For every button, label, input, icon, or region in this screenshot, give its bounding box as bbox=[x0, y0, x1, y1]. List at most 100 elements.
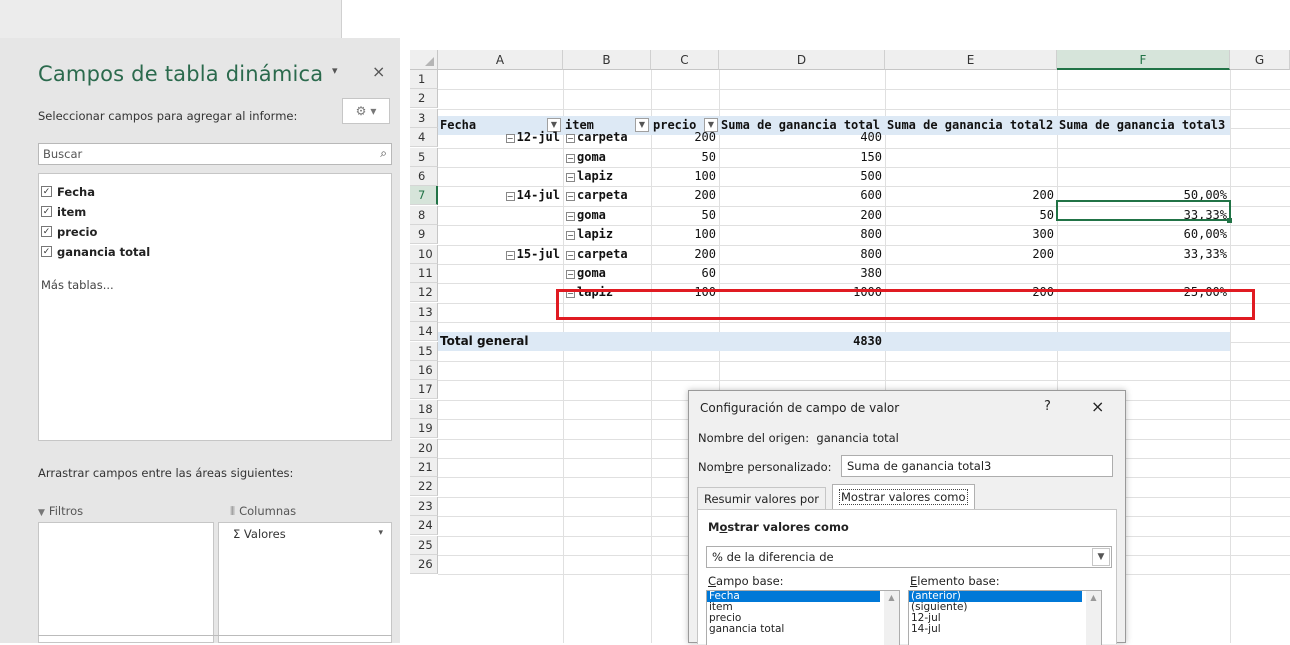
pane-options-chevron-icon[interactable]: ▾ bbox=[332, 64, 338, 77]
search-input[interactable] bbox=[41, 145, 361, 163]
row-header[interactable]: 3 bbox=[410, 108, 438, 128]
chevron-down-icon[interactable]: ▾ bbox=[378, 528, 383, 538]
row-header[interactable]: 17 bbox=[410, 380, 438, 400]
table-cell[interactable]: 200 bbox=[885, 245, 1057, 264]
row-header[interactable]: 12 bbox=[410, 283, 438, 303]
collapse-icon[interactable]: − bbox=[505, 134, 515, 144]
base-field-list[interactable]: Fecha item precio ganancia total ▲ bbox=[706, 590, 900, 645]
table-cell[interactable]: 60 bbox=[651, 264, 719, 283]
collapse-icon[interactable]: − bbox=[566, 173, 575, 182]
total-general-label[interactable]: Total general bbox=[440, 332, 560, 351]
table-cell[interactable]: 50 bbox=[651, 148, 719, 167]
row-header[interactable]: 26 bbox=[410, 555, 438, 574]
table-cell[interactable] bbox=[885, 128, 1057, 147]
collapse-icon[interactable]: − bbox=[505, 192, 515, 202]
table-cell[interactable]: 60,00% bbox=[1057, 225, 1230, 244]
scrollbar[interactable]: ▲ bbox=[1086, 591, 1101, 645]
table-cell[interactable]: − carpeta bbox=[563, 128, 651, 147]
table-cell[interactable]: 200 bbox=[651, 245, 719, 264]
table-cell[interactable] bbox=[885, 264, 1057, 283]
row-header[interactable]: 13 bbox=[410, 302, 438, 322]
row-header[interactable]: 7 bbox=[410, 186, 438, 206]
collapse-icon[interactable]: − bbox=[566, 153, 575, 163]
collapse-icon[interactable]: − bbox=[566, 134, 575, 144]
chevron-down-icon[interactable]: ▼ bbox=[1092, 548, 1110, 566]
values-field-chip[interactable]: Σ Valores bbox=[233, 527, 286, 541]
table-cell[interactable] bbox=[885, 167, 1057, 186]
table-cell[interactable]: − goma bbox=[563, 148, 651, 167]
custom-name-input[interactable]: Suma de ganancia total3 bbox=[841, 455, 1113, 477]
table-cell[interactable]: − goma bbox=[563, 264, 651, 283]
table-cell[interactable]: 200 bbox=[651, 186, 719, 205]
row-header[interactable]: 24 bbox=[410, 516, 438, 536]
table-cell[interactable] bbox=[438, 148, 563, 167]
search-icon[interactable]: ⌕ bbox=[380, 146, 387, 161]
checkbox-checked-icon[interactable]: ✓ bbox=[41, 246, 52, 257]
row-header[interactable]: 16 bbox=[410, 361, 438, 380]
table-cell[interactable] bbox=[1057, 128, 1230, 147]
table-cell[interactable] bbox=[1057, 264, 1230, 283]
table-cell[interactable]: −14-jul bbox=[438, 186, 563, 205]
table-cell[interactable]: 100 bbox=[651, 225, 719, 244]
table-cell[interactable] bbox=[885, 148, 1057, 167]
table-cell[interactable] bbox=[438, 206, 563, 225]
row-header[interactable]: 2 bbox=[410, 89, 438, 109]
row-header[interactable]: 18 bbox=[410, 399, 438, 419]
row-header[interactable]: 6 bbox=[410, 167, 438, 186]
row-header[interactable]: 1 bbox=[410, 70, 438, 89]
row-header[interactable]: 22 bbox=[410, 477, 438, 497]
table-cell[interactable]: 150 bbox=[719, 148, 885, 167]
total-general-value[interactable]: 4830 bbox=[719, 332, 885, 351]
close-icon[interactable]: × bbox=[1091, 397, 1104, 416]
row-header[interactable]: 4 bbox=[410, 128, 438, 148]
table-cell[interactable]: −12-jul bbox=[438, 128, 563, 147]
tab-show-values-as[interactable]: Mostrar valores como bbox=[832, 484, 975, 509]
column-header-b[interactable]: B bbox=[563, 50, 651, 70]
table-cell[interactable]: − lapiz bbox=[563, 167, 651, 186]
filters-area[interactable] bbox=[38, 522, 214, 643]
collapse-icon[interactable]: − bbox=[566, 270, 575, 279]
list-item[interactable]: ganancia total bbox=[707, 624, 899, 635]
row-header[interactable]: 25 bbox=[410, 535, 438, 555]
field-item-ganancia-total[interactable]: ✓ ganancia total bbox=[41, 242, 150, 261]
collapse-icon[interactable]: − bbox=[505, 250, 515, 260]
column-header-e[interactable]: E bbox=[885, 50, 1057, 70]
field-item-item[interactable]: ✓ item bbox=[41, 202, 86, 221]
table-cell[interactable]: − carpeta bbox=[563, 186, 651, 205]
column-header-f[interactable]: F bbox=[1057, 50, 1230, 70]
column-header-d[interactable]: D bbox=[719, 50, 885, 70]
table-cell[interactable]: 33,33% bbox=[1057, 245, 1230, 264]
table-cell[interactable]: 200 bbox=[719, 206, 885, 225]
list-item[interactable]: 14-jul bbox=[909, 624, 1101, 635]
help-icon[interactable]: ? bbox=[1044, 399, 1051, 414]
table-cell[interactable] bbox=[438, 167, 563, 186]
checkbox-checked-icon[interactable]: ✓ bbox=[41, 206, 52, 217]
table-cell[interactable]: 800 bbox=[719, 225, 885, 244]
table-cell[interactable]: 380 bbox=[719, 264, 885, 283]
row-header[interactable]: 10 bbox=[410, 244, 438, 264]
table-cell[interactable]: − lapiz bbox=[563, 225, 651, 244]
field-item-precio[interactable]: ✓ precio bbox=[41, 222, 97, 241]
row-header[interactable]: 21 bbox=[410, 458, 438, 477]
collapse-icon[interactable]: − bbox=[566, 250, 575, 260]
row-header[interactable]: 15 bbox=[410, 341, 438, 361]
checkbox-checked-icon[interactable]: ✓ bbox=[41, 186, 52, 197]
field-item-fecha[interactable]: ✓ Fecha bbox=[41, 182, 95, 201]
table-cell[interactable] bbox=[438, 264, 563, 283]
collapse-icon[interactable]: − bbox=[566, 231, 575, 241]
collapse-icon[interactable]: − bbox=[566, 211, 575, 221]
checkbox-checked-icon[interactable]: ✓ bbox=[41, 226, 52, 237]
table-cell[interactable]: − carpeta bbox=[563, 245, 651, 264]
more-tables-link[interactable]: Más tablas... bbox=[41, 278, 114, 292]
row-header[interactable]: 8 bbox=[410, 205, 438, 225]
row-header[interactable]: 11 bbox=[410, 264, 438, 283]
table-cell[interactable]: − goma bbox=[563, 206, 651, 225]
tab-summarize-values[interactable]: Resumir valores por bbox=[697, 487, 826, 509]
collapse-icon[interactable]: − bbox=[566, 192, 575, 202]
base-item-list[interactable]: (anterior) (siguiente) 12-jul 14-jul ▲ bbox=[908, 590, 1102, 645]
table-cell[interactable] bbox=[1057, 167, 1230, 186]
table-cell[interactable] bbox=[438, 225, 563, 244]
column-header-a[interactable]: A bbox=[438, 50, 563, 70]
scrollbar[interactable]: ▲ bbox=[884, 591, 899, 645]
fill-handle[interactable] bbox=[1227, 218, 1232, 223]
